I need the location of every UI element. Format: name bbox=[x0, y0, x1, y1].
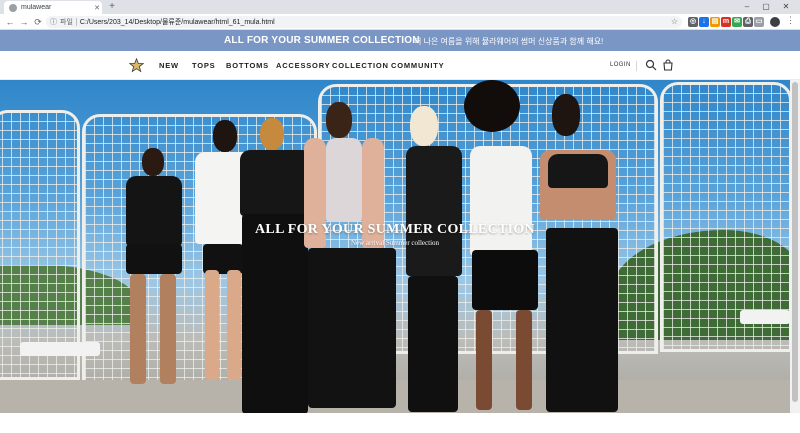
nav-item-tops[interactable]: TOPS bbox=[192, 61, 215, 70]
close-window-button[interactable]: ✕ bbox=[777, 0, 795, 14]
page-bottom-area bbox=[0, 413, 790, 433]
gmail-ext-icon[interactable]: ✉ bbox=[732, 17, 742, 27]
nav-item-collection[interactable]: COLLECTION bbox=[332, 61, 389, 70]
maximize-button[interactable]: ▢ bbox=[757, 0, 775, 14]
browser-tab[interactable]: mulawear ✕ bbox=[4, 1, 102, 14]
new-tab-button[interactable]: + bbox=[106, 1, 118, 13]
download-ext-icon[interactable]: ↓ bbox=[699, 17, 709, 27]
promo-text-en: ALL FOR YOUR SUMMER COLLECTION bbox=[224, 35, 420, 46]
boat-shape bbox=[740, 310, 790, 324]
minimize-button[interactable]: – bbox=[738, 0, 756, 14]
globe-icon bbox=[9, 3, 17, 12]
nav-item-accessory[interactable]: ACCESSORY bbox=[276, 61, 330, 70]
reload-button[interactable]: ⟳ bbox=[32, 16, 44, 28]
divider bbox=[75, 18, 77, 26]
promo-banner: ALL FOR YOUR SUMMER COLLECTION 더 나은 여름을 … bbox=[0, 30, 800, 51]
browser-menu-icon[interactable]: ⋮ bbox=[786, 15, 795, 26]
camera-ext-icon[interactable]: ◎ bbox=[688, 17, 698, 27]
browser-tabstrip: mulawear ✕ + – ▢ ✕ bbox=[0, 0, 800, 14]
hero-title: ALL FOR YOUR SUMMER COLLECTION bbox=[255, 222, 535, 237]
tab-close-icon[interactable]: ✕ bbox=[92, 4, 102, 12]
mulawear-logo-icon[interactable] bbox=[129, 58, 144, 73]
lock-ext-icon[interactable]: ▤ bbox=[710, 17, 720, 27]
site-navigation: NEW TOPS BOTTOMS ACCESSORY COLLECTION CO… bbox=[0, 51, 800, 80]
print-ext-icon[interactable]: ⎙ bbox=[743, 17, 753, 27]
browser-toolbar: ← → ⟳ ⓘ 파일 C:/Users/203_14/Desktop/물류준/m… bbox=[0, 14, 800, 30]
nav-divider bbox=[636, 61, 637, 71]
profile-avatar[interactable] bbox=[770, 17, 780, 27]
nav-item-community[interactable]: COMMUNITY bbox=[391, 61, 444, 70]
hero-subtitle: New arrival Summer collection bbox=[350, 239, 440, 247]
scheme-label: 파일 bbox=[60, 19, 73, 26]
url-text[interactable]: C:/Users/203_14/Desktop/물류준/mulawear/htm… bbox=[80, 17, 275, 27]
bookmark-star-icon[interactable]: ☆ bbox=[671, 17, 678, 26]
address-bar[interactable]: ⓘ 파일 C:/Users/203_14/Desktop/물류준/mulawea… bbox=[46, 16, 682, 28]
shopping-bag-icon[interactable] bbox=[662, 59, 674, 71]
forward-button[interactable]: → bbox=[18, 16, 30, 28]
search-icon[interactable] bbox=[645, 59, 657, 71]
hero-banner: ALL FOR YOUR SUMMER COLLECTION New arriv… bbox=[0, 80, 790, 413]
nav-item-bottoms[interactable]: BOTTOMS bbox=[226, 61, 269, 70]
info-icon[interactable]: ⓘ bbox=[50, 17, 57, 27]
scrollbar-thumb[interactable] bbox=[792, 82, 798, 402]
m-ext-icon[interactable]: m bbox=[721, 17, 731, 27]
tab-title: mulawear bbox=[21, 4, 52, 11]
promo-text-ko: 더 나은 여름을 위해 뮬라웨어의 썸머 신상품과 함께 해요! bbox=[414, 37, 604, 46]
boat-shape bbox=[20, 342, 100, 356]
back-button[interactable]: ← bbox=[4, 16, 16, 28]
nav-item-new[interactable]: NEW bbox=[159, 61, 179, 70]
login-link[interactable]: LOGIN bbox=[610, 62, 631, 68]
doc-ext-icon[interactable]: ▭ bbox=[754, 17, 764, 27]
